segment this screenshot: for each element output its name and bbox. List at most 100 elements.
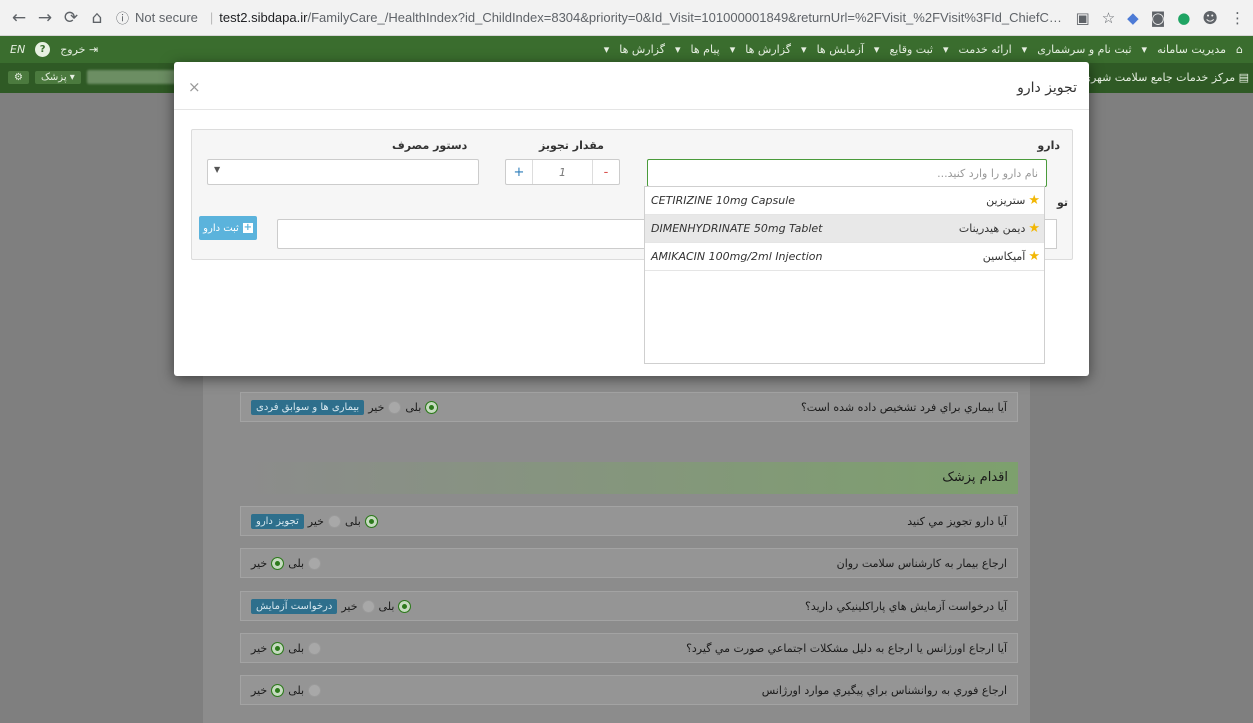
url-host: test2.sibdapa.ir [219,10,308,25]
chevron-down-icon: ▾ [603,43,610,56]
section-doctor-actions: اقدام پزشک [240,462,1018,494]
question-row-mental-health: ارجاع بیمار به کارشناس سلامت روان بلی خی… [240,548,1018,578]
app-navbar: ⌂ مدیریت سامانه ▾ ثبت نام و سرشماری ▾ ارائ… [0,36,1253,63]
prescribe-drug-button[interactable]: تجویز دارو [251,513,304,529]
user-info: ⚙ پزشک ▾ [8,70,197,84]
quantity-value[interactable]: 1 [533,160,592,184]
radio-no-label: خیر [368,400,385,414]
notes-textarea[interactable] [277,219,647,249]
language-switch[interactable]: EN [10,43,25,56]
question-options: بلی خیر تجویز دارو [251,513,378,529]
info-icon: ⓘ [116,11,130,26]
profile-icon[interactable]: ☻ [1202,9,1218,27]
radio-yes-label: بلی [288,683,305,697]
radio-no[interactable] [271,641,285,655]
url-path: /FamilyCare_/HealthIndex?id_ChildIndex=8… [307,10,1066,25]
suggestion-english: DIMENHYDRINATE 50mg Tablet [651,222,823,235]
question-options: بلی خیر درخواست آزمایش [251,598,412,614]
usage-select[interactable]: ▼ [207,159,479,185]
radio-no[interactable] [361,599,375,613]
translate-icon[interactable]: ▣ [1076,9,1090,27]
suggestion-persian: ★ دیمن هیدرینات [959,221,1040,236]
chevron-down-icon: ▾ [942,43,949,56]
user-role-label: پزشک [40,71,67,83]
question-text: ارجاع فوري به روانشناس براي پیگیري موارد… [761,683,1007,697]
star-icon[interactable]: ☆ [1102,9,1115,27]
request-test-button[interactable]: درخواست آزمایش [251,598,338,614]
menu-item-reports-2[interactable]: گزارش ها [619,43,665,56]
menu-icon[interactable]: ⋮ [1230,9,1245,27]
chevron-down-icon: ▾ [729,43,736,56]
radio-yes-label: بلی [288,556,305,570]
question-row-diagnosis: آیا بیماري براي فرد تشخیص داده شده است؟ … [240,392,1018,422]
radio-yes[interactable] [308,641,322,655]
home-icon[interactable]: ⌂ [86,7,108,29]
quantity-decrease-button[interactable]: - [592,160,619,184]
section-title: اقدام پزشک [942,470,1008,485]
back-icon[interactable]: ← [8,7,30,29]
menu-item-tests[interactable]: آزمایش ها [817,43,864,56]
home-nav-icon[interactable]: ⌂ [1236,43,1243,56]
radio-no[interactable] [327,514,341,528]
radio-no-label: خیر [307,514,324,528]
question-text: آیا درخواست آزمایش هاي پاراکلینیکي دارید… [805,599,1007,613]
question-row-emergency-referral: آیا ارجاع اورژانس یا ارجاع به دلیل مشکلا… [240,633,1018,663]
suggestion-item[interactable]: CETIRIZINE 10mg Capsule ★ ستریزین [645,187,1044,215]
disease-history-button[interactable]: بیماری ها و سوابق فردی [251,399,365,415]
radio-no[interactable] [271,683,285,697]
question-options: بلی خیر [251,683,322,697]
save-drug-button[interactable]: + ثبت دارو [199,216,257,240]
menu-item-services[interactable]: ارائه خدمت [959,43,1012,56]
truncated-label: تو [1056,196,1068,209]
save-drug-label: ثبت دارو [203,222,239,234]
help-icon[interactable]: ? [35,42,51,57]
radio-yes[interactable] [308,556,322,570]
radio-no-label: خیر [251,641,268,655]
suggestion-persian-label: دیمن هیدرینات [958,222,1026,235]
reload-icon[interactable]: ⟳ [60,7,82,29]
radio-yes-label: بلی [344,514,361,528]
suggestion-item[interactable]: DIMENHYDRINATE 50mg Tablet ★ دیمن هیدرینا… [645,215,1044,243]
camera-icon[interactable]: ◙ [1151,9,1166,27]
security-label: Not secure [135,10,198,25]
main-menu: ⌂ مدیریت سامانه ▾ ثبت نام و سرشماری ▾ ارائ… [604,43,1243,56]
quantity-stepper: + 1 - [505,159,620,185]
modal-header: تجویز دارو × [174,62,1089,110]
radio-no[interactable] [271,556,285,570]
logout-label: خروج [60,43,86,56]
quantity-label: مقدار تجویز [539,139,604,152]
url-separator: | [209,10,214,25]
radio-yes[interactable] [425,400,439,414]
nav-utilities: EN ? خروج ⇥ [10,42,98,57]
address-bar[interactable]: ⓘ Not secure | test2.sibdapa.ir /FamilyC… [116,4,1066,32]
menu-item-events[interactable]: ثبت وقایع [889,43,933,56]
radio-yes[interactable] [364,514,378,528]
close-icon[interactable]: × [188,78,201,96]
logout-link[interactable]: خروج ⇥ [60,43,98,56]
suggestion-item[interactable]: AMIKACIN 100mg/2ml Injection ★ آمیکاسین [645,243,1044,271]
chevron-down-icon: ▾ [675,43,681,56]
drug-search-input[interactable]: نام دارو را وارد کنید... [647,159,1047,187]
question-row-prescribe: آیا دارو تجویز مي کنید بلی خیر تجویز دار… [240,506,1018,536]
drug-suggestions: CETIRIZINE 10mg Capsule ★ ستریزین DIMENHY… [644,186,1045,364]
drug-label: دارو [1037,139,1060,152]
question-text: آیا دارو تجویز مي کنید [907,514,1007,528]
user-role-dropdown[interactable]: پزشک ▾ [34,70,81,84]
menu-item-messages[interactable]: پیام ها [691,43,720,56]
suggestion-english: AMIKACIN 100mg/2ml Injection [651,250,823,263]
radio-no[interactable] [388,400,402,414]
question-text: آیا ارجاع اورژانس یا ارجاع به دلیل مشکلا… [686,641,1007,655]
question-text: آیا بیماري براي فرد تشخیص داده شده است؟ [800,400,1007,414]
chevron-down-icon: ▼ [214,165,221,174]
extension-icon[interactable]: ◆ [1127,9,1139,27]
chrome-extension-icon[interactable]: ● [1177,9,1190,27]
quantity-increase-button[interactable]: + [506,160,533,184]
forward-icon[interactable]: → [34,7,56,29]
settings-icon[interactable]: ⚙ [8,70,29,84]
radio-yes[interactable] [308,683,322,697]
radio-no-label: خیر [251,556,268,570]
menu-item-system-admin[interactable]: مدیریت سامانه [1157,43,1226,56]
menu-item-registration[interactable]: ثبت نام و سرشماری [1037,43,1131,56]
menu-item-reports[interactable]: گزارش ها [745,43,791,56]
radio-yes[interactable] [398,599,412,613]
